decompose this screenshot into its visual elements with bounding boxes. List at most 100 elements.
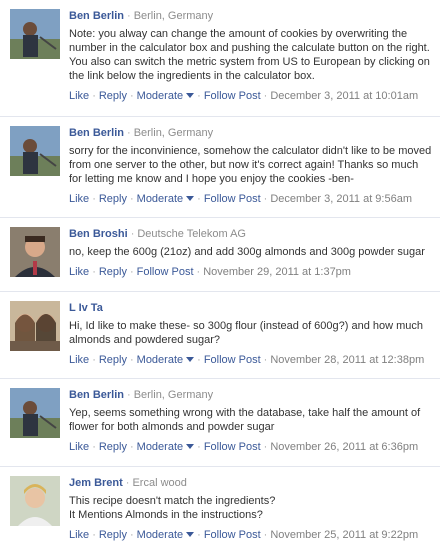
moderate-link[interactable]: Moderate bbox=[136, 529, 195, 541]
separator-dot: · bbox=[263, 354, 268, 366]
separator-dot: · bbox=[92, 90, 96, 102]
like-link[interactable]: Like bbox=[69, 529, 89, 541]
comment-actions: Like · Reply · Moderate · Follow Post · November… bbox=[69, 353, 434, 367]
follow-post-link[interactable]: Follow Post bbox=[204, 441, 261, 453]
comment-actions: Like · Reply · Moderate · Follow Post · December… bbox=[69, 192, 434, 206]
comment-text: This recipe doesn't match the ingredient… bbox=[69, 495, 276, 521]
comment-date[interactable]: December 3, 2011 at 10:01am bbox=[270, 90, 418, 102]
author-affiliation: Berlin, Germany bbox=[133, 10, 214, 22]
author-name[interactable]: L Iv Ta bbox=[69, 302, 103, 314]
separator-dot: · bbox=[129, 193, 134, 205]
moderate-link[interactable]: Moderate bbox=[137, 354, 195, 366]
author-affiliation: Ercal wood bbox=[132, 477, 187, 489]
comment-date[interactable]: November 28, 2011 at 12:38pm bbox=[270, 354, 424, 366]
comment-item: Ben Broshi · Deutsche Telekom AG no, keep … bbox=[0, 218, 440, 292]
comment-item: Ben Berlin · Berlin, Germany Yep, seems so… bbox=[0, 379, 440, 467]
comment-date[interactable]: November 26, 2011 at 6:36pm bbox=[270, 441, 418, 453]
separator-dot: · bbox=[129, 441, 134, 453]
separator-dot: · bbox=[197, 193, 201, 205]
avatar[interactable] bbox=[10, 301, 60, 351]
avatar[interactable] bbox=[10, 227, 60, 277]
separator-dot: · bbox=[92, 441, 96, 453]
author-name[interactable]: Jem Brent bbox=[69, 477, 123, 489]
moderate-label: Moderate bbox=[136, 90, 184, 102]
moderate-link[interactable]: Moderate bbox=[136, 441, 195, 453]
separator-dot: · bbox=[92, 193, 96, 205]
follow-post-link[interactable]: Follow Post bbox=[204, 354, 261, 366]
comment-header: Jem Brent · Ercal wood bbox=[69, 476, 434, 490]
separator-dot: · bbox=[197, 90, 201, 102]
separator-dot: · bbox=[129, 354, 134, 366]
follow-post-link[interactable]: Follow Post bbox=[204, 90, 261, 102]
comment-text: sorry for the inconvinience, somehow the… bbox=[69, 145, 432, 185]
moderate-label: Moderate bbox=[136, 441, 184, 453]
caret-down-icon bbox=[186, 357, 195, 362]
avatar[interactable] bbox=[10, 9, 60, 59]
follow-post-link[interactable]: Follow Post bbox=[137, 266, 194, 278]
avatar[interactable] bbox=[10, 476, 60, 526]
avatar[interactable] bbox=[10, 388, 60, 438]
comment-date[interactable]: December 3, 2011 at 9:56am bbox=[270, 193, 412, 205]
comment-item: Ben Berlin · Berlin, Germany Note: you alw… bbox=[0, 0, 440, 117]
comment-actions: Like · Reply · Follow Post · November 29, 2011… bbox=[69, 265, 434, 279]
author-affiliation: Berlin, Germany bbox=[133, 127, 214, 139]
author-name[interactable]: Ben Berlin bbox=[69, 389, 124, 401]
like-link[interactable]: Like bbox=[69, 266, 89, 278]
reply-link[interactable]: Reply bbox=[99, 266, 127, 278]
comment-header: L Iv Ta bbox=[69, 301, 434, 315]
author-name[interactable]: Ben Berlin bbox=[69, 127, 124, 139]
moderate-link[interactable]: Moderate bbox=[136, 90, 195, 102]
moderate-link[interactable]: Moderate bbox=[136, 193, 195, 205]
separator-dot: · bbox=[263, 90, 268, 102]
reply-link[interactable]: Reply bbox=[99, 529, 127, 541]
author-name[interactable]: Ben Berlin bbox=[69, 10, 124, 22]
separator-dot: · bbox=[263, 529, 268, 541]
comment-feed: Ben Berlin · Berlin, Germany Note: you alw… bbox=[0, 0, 440, 551]
separator-dot: · bbox=[197, 354, 201, 366]
comment-text: Yep, seems something wrong with the data… bbox=[69, 407, 421, 433]
caret-down-icon bbox=[186, 532, 195, 537]
separator-dot: · bbox=[197, 441, 201, 453]
comment-text: Note: you alway can change the amount of… bbox=[69, 28, 430, 82]
reply-link[interactable]: Reply bbox=[99, 193, 127, 205]
separator-dot: · bbox=[125, 477, 130, 489]
separator-dot: · bbox=[92, 354, 96, 366]
separator-dot: · bbox=[129, 529, 134, 541]
like-link[interactable]: Like bbox=[69, 441, 89, 453]
reply-link[interactable]: Reply bbox=[99, 441, 127, 453]
separator-dot: · bbox=[263, 441, 268, 453]
moderate-label: Moderate bbox=[136, 529, 184, 541]
follow-post-link[interactable]: Follow Post bbox=[204, 193, 261, 205]
author-affiliation: Berlin, Germany bbox=[133, 389, 214, 401]
comment-actions: Like · Reply · Moderate · Follow Post · December… bbox=[69, 89, 434, 103]
separator-dot: · bbox=[196, 266, 201, 278]
comment-actions: Like · Reply · Moderate · Follow Post · November… bbox=[69, 440, 434, 454]
caret-down-icon bbox=[186, 196, 195, 201]
reply-link[interactable]: Reply bbox=[99, 354, 127, 366]
separator-dot: · bbox=[127, 127, 131, 139]
like-link[interactable]: Like bbox=[69, 90, 89, 102]
moderate-label: Moderate bbox=[136, 193, 184, 205]
separator-dot: · bbox=[92, 529, 96, 541]
reply-link[interactable]: Reply bbox=[99, 90, 127, 102]
separator-dot: · bbox=[129, 90, 134, 102]
separator-dot: · bbox=[92, 266, 96, 278]
separator-dot: · bbox=[127, 10, 131, 22]
separator-dot: · bbox=[127, 389, 131, 401]
like-link[interactable]: Like bbox=[69, 193, 89, 205]
comment-date[interactable]: November 29, 2011 at 1:37pm bbox=[203, 266, 351, 278]
comment-header: Ben Broshi · Deutsche Telekom AG bbox=[69, 227, 434, 241]
author-name[interactable]: Ben Broshi bbox=[69, 228, 128, 240]
follow-post-link[interactable]: Follow Post bbox=[204, 529, 261, 541]
comment-date[interactable]: November 25, 2011 at 9:22pm bbox=[270, 529, 418, 541]
separator-dot: · bbox=[130, 228, 135, 240]
comment-text: Hi, Id like to make these- so 300g flour… bbox=[69, 320, 424, 346]
comment-item: L Iv Ta Hi, Id like to make these- so 30… bbox=[0, 292, 440, 379]
comment-text: no, keep the 600g (21oz) and add 300g al… bbox=[69, 246, 425, 258]
separator-dot: · bbox=[129, 266, 134, 278]
comment-header: Ben Berlin · Berlin, Germany bbox=[69, 126, 434, 140]
caret-down-icon bbox=[186, 93, 195, 98]
avatar[interactable] bbox=[10, 126, 60, 176]
caret-down-icon bbox=[186, 444, 195, 449]
like-link[interactable]: Like bbox=[69, 354, 89, 366]
